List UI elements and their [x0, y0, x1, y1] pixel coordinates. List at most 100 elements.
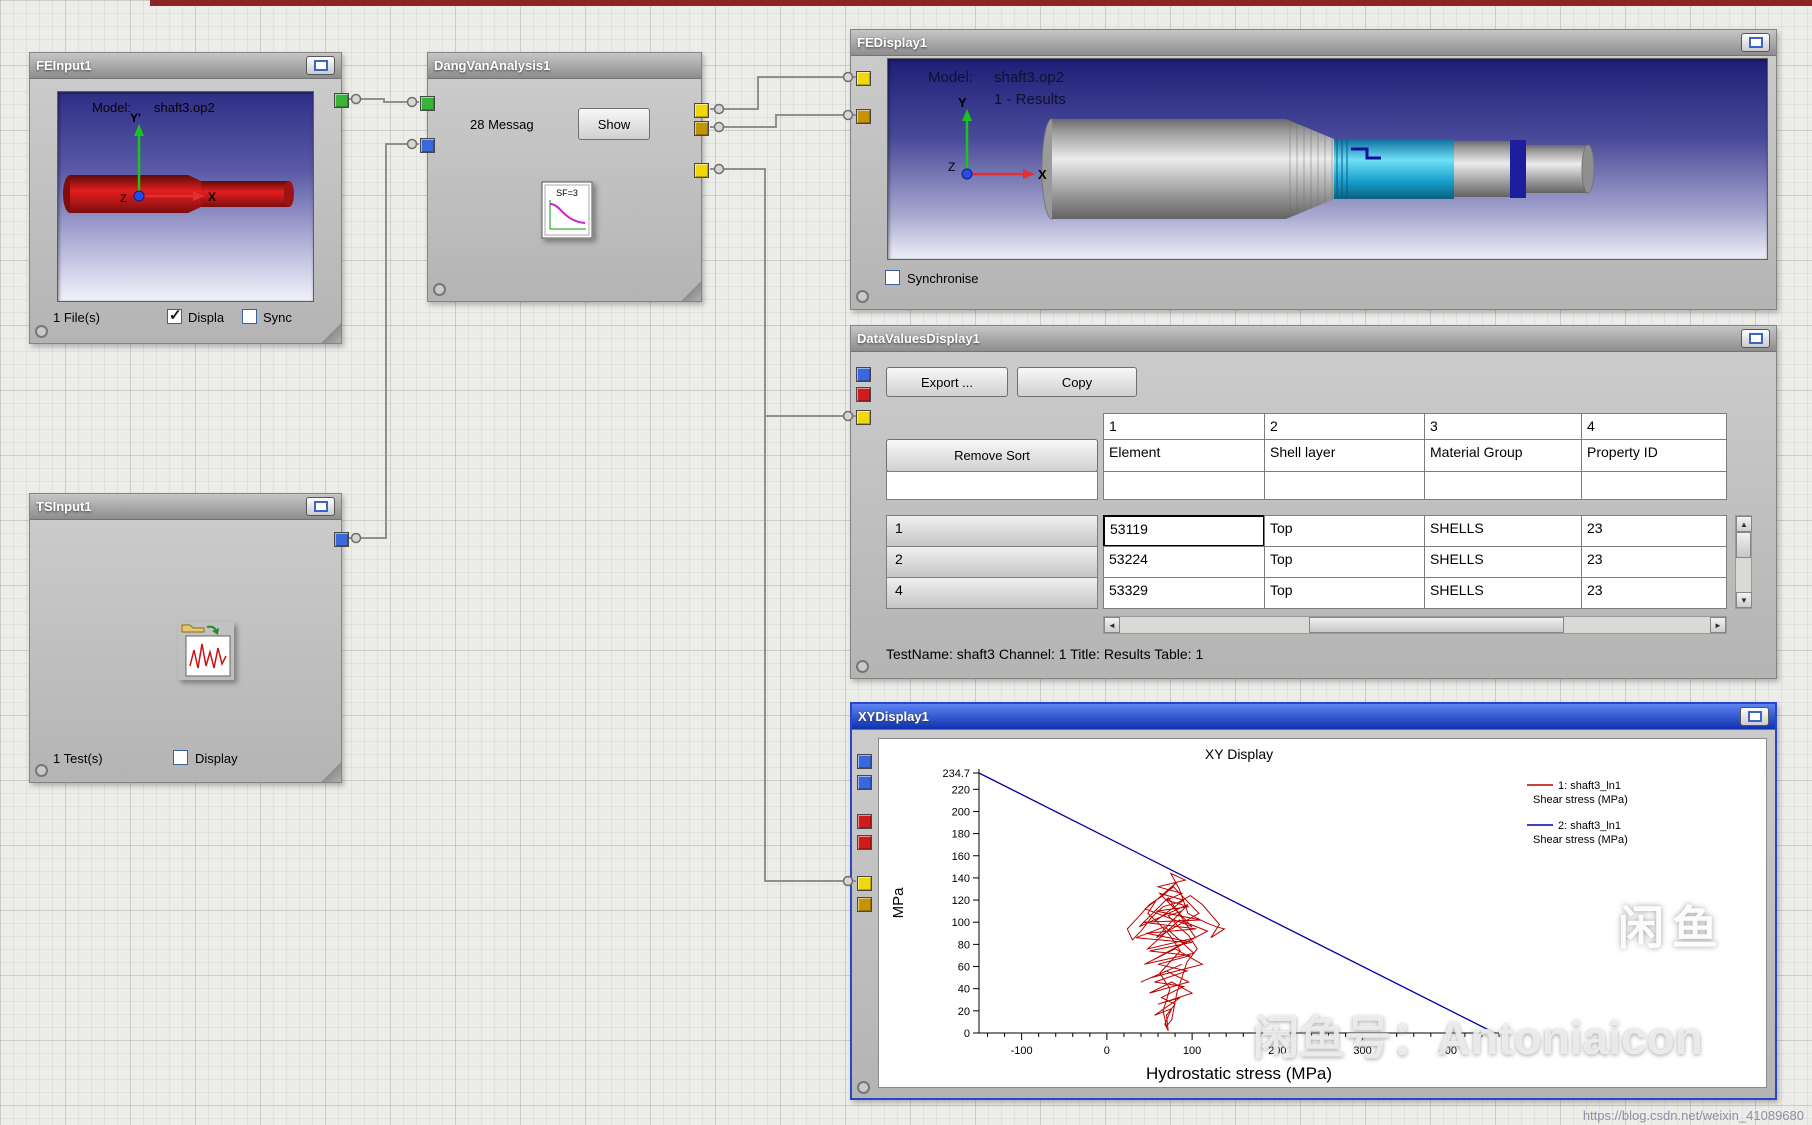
fedisplay1-titlebar[interactable]: FEDisplay1 — [851, 30, 1776, 56]
synchronise-checkbox[interactable] — [885, 270, 900, 285]
column-number-3[interactable]: 3 — [1424, 413, 1582, 440]
cell-material-group[interactable]: SHELLS — [1424, 515, 1582, 547]
cell-property-id[interactable]: 23 — [1581, 546, 1727, 578]
datavalues-restore-button[interactable] — [1741, 329, 1770, 348]
display-checkbox[interactable] — [167, 306, 182, 324]
resize-grip[interactable] — [679, 279, 701, 301]
cell-element[interactable]: 53119 — [1103, 515, 1265, 547]
sync-checkbox[interactable] — [242, 309, 257, 324]
timeseries-file-icon[interactable] — [178, 622, 234, 680]
xydisplay-input-port-red1[interactable] — [857, 814, 872, 829]
resize-grip[interactable] — [319, 760, 341, 782]
svg-text:220: 220 — [952, 784, 970, 796]
column-number-1[interactable]: 1 — [1103, 413, 1265, 440]
copy-button[interactable]: Copy — [1017, 367, 1137, 397]
xydisplay-titlebar[interactable]: XYDisplay1 — [852, 704, 1775, 730]
xydisplay-input-port-blue2[interactable] — [857, 775, 872, 790]
node-dangvananalysis1: DangVanAnalysis1 28 Messag Show SF=3 — [420, 52, 709, 302]
cell-material-group[interactable]: SHELLS — [1424, 546, 1582, 578]
svg-text:-100: -100 — [1011, 1045, 1033, 1057]
filter-cell[interactable] — [1581, 471, 1727, 500]
cell-element[interactable]: 53224 — [1103, 546, 1265, 578]
x-axis-label: X — [1038, 167, 1047, 182]
node-fedisplay1: FEDisplay1 Model: shaft3.op2 1 - Results — [850, 29, 1777, 310]
watermark-owner-text: 闲鱼号：Antoniaicon — [1253, 1012, 1703, 1064]
node-connector-dot — [856, 660, 869, 673]
svg-text:80: 80 — [958, 939, 970, 951]
scroll-left-icon[interactable]: ◄ — [1104, 617, 1120, 633]
remove-sort-button[interactable]: Remove Sort — [886, 439, 1098, 472]
cell-material-group[interactable]: SHELLS — [1424, 577, 1582, 609]
vscroll-thumb[interactable] — [1736, 532, 1751, 558]
xydisplay-input-port-yellow[interactable] — [857, 876, 872, 891]
datavalues-input-port-blue[interactable] — [856, 367, 871, 382]
column-number-2[interactable]: 2 — [1264, 413, 1425, 440]
row-header[interactable]: 1 — [886, 515, 1098, 547]
row-header[interactable]: 4 — [886, 577, 1098, 609]
export-button[interactable]: Export ... — [886, 367, 1008, 397]
column-header-property-id[interactable]: Property ID — [1581, 439, 1727, 472]
feinput1-restore-button[interactable] — [306, 56, 335, 75]
cell-property-id[interactable]: 23 — [1581, 515, 1727, 547]
column-header-shell-layer[interactable]: Shell layer — [1264, 439, 1425, 472]
dangvan-input-port-green[interactable] — [420, 96, 435, 111]
vertical-scrollbar[interactable]: ▲ ▼ — [1735, 515, 1752, 609]
messages-label: 28 Messag — [470, 117, 534, 132]
datavalues-input-port-red[interactable] — [856, 387, 871, 402]
svg-text:100: 100 — [1183, 1045, 1201, 1057]
xydisplay-input-port-blue1[interactable] — [857, 754, 872, 769]
filter-cell[interactable] — [1264, 471, 1425, 500]
fedisplay1-input-port-yellow[interactable] — [856, 71, 871, 86]
datavalues-input-port-yellow[interactable] — [856, 410, 871, 425]
dangvan-output-port-yellow2[interactable] — [694, 163, 709, 178]
svg-text:180: 180 — [952, 829, 970, 841]
column-header-element[interactable]: Element — [1103, 439, 1265, 472]
xydisplay-restore-button[interactable] — [1740, 707, 1769, 726]
feinput1-titlebar[interactable]: FEInput1 — [30, 53, 341, 79]
datavalues-titlebar[interactable]: DataValuesDisplay1 — [851, 326, 1776, 352]
xydisplay-input-port-gold[interactable] — [857, 897, 872, 912]
node-connector-dot — [433, 283, 446, 296]
svg-text:100: 100 — [952, 917, 970, 929]
hscroll-thumb[interactable] — [1309, 617, 1564, 633]
sn-curve-icon[interactable]: SF=3 — [541, 181, 593, 239]
cell-property-id[interactable]: 23 — [1581, 577, 1727, 609]
feinput1-output-port-green[interactable] — [334, 93, 349, 108]
column-header-material-group[interactable]: Material Group — [1424, 439, 1582, 472]
xydisplay-input-port-red2[interactable] — [857, 835, 872, 850]
fedisplay1-input-port-gold[interactable] — [856, 109, 871, 124]
scroll-right-icon[interactable]: ► — [1710, 617, 1726, 633]
horizontal-scrollbar[interactable]: ◄ ► — [1103, 616, 1727, 634]
dangvan-input-port-blue[interactable] — [420, 138, 435, 153]
filter-cell[interactable] — [886, 471, 1098, 500]
z-axis-label: Z — [948, 160, 955, 174]
tsinput1-titlebar[interactable]: TSInput1 — [30, 494, 341, 520]
display-checkbox-label: Display — [195, 751, 238, 766]
cell-shell-layer[interactable]: Top — [1264, 577, 1425, 609]
filter-cell[interactable] — [1424, 471, 1582, 500]
fedisplay1-3d-viewport[interactable]: Model: shaft3.op2 1 - Results Y X Z — [887, 58, 1768, 260]
fedisplay1-restore-button[interactable] — [1741, 33, 1770, 52]
restore-icon — [1747, 711, 1762, 722]
display-checkbox[interactable] — [173, 750, 188, 765]
column-number-4[interactable]: 4 — [1581, 413, 1727, 440]
dangvan-output-port-gold[interactable] — [694, 121, 709, 136]
tsinput1-restore-button[interactable] — [306, 497, 335, 516]
filter-cell[interactable] — [1103, 471, 1265, 500]
cell-element[interactable]: 53329 — [1103, 577, 1265, 609]
cell-shell-layer[interactable]: Top — [1264, 546, 1425, 578]
tsinput1-output-port-blue[interactable] — [334, 532, 349, 547]
show-messages-button[interactable]: Show — [578, 108, 650, 140]
scroll-up-icon[interactable]: ▲ — [1736, 516, 1752, 532]
row-header[interactable]: 2 — [886, 546, 1098, 578]
feinput1-3d-viewport[interactable]: Model: shaft3.op2 Y' X Z — [57, 91, 314, 302]
shaft-model-red — [63, 175, 294, 213]
resize-grip[interactable] — [319, 321, 341, 343]
sync-checkbox-label: Sync — [263, 310, 292, 325]
scroll-down-icon[interactable]: ▼ — [1736, 592, 1752, 608]
dangvan-output-port-yellow[interactable] — [694, 103, 709, 118]
dangvan-titlebar[interactable]: DangVanAnalysis1 — [428, 53, 701, 79]
xydisplay-title: XYDisplay1 — [858, 709, 929, 724]
cell-shell-layer[interactable]: Top — [1264, 515, 1425, 547]
svg-text:2: shaft3_ln1: 2: shaft3_ln1 — [1558, 820, 1621, 832]
